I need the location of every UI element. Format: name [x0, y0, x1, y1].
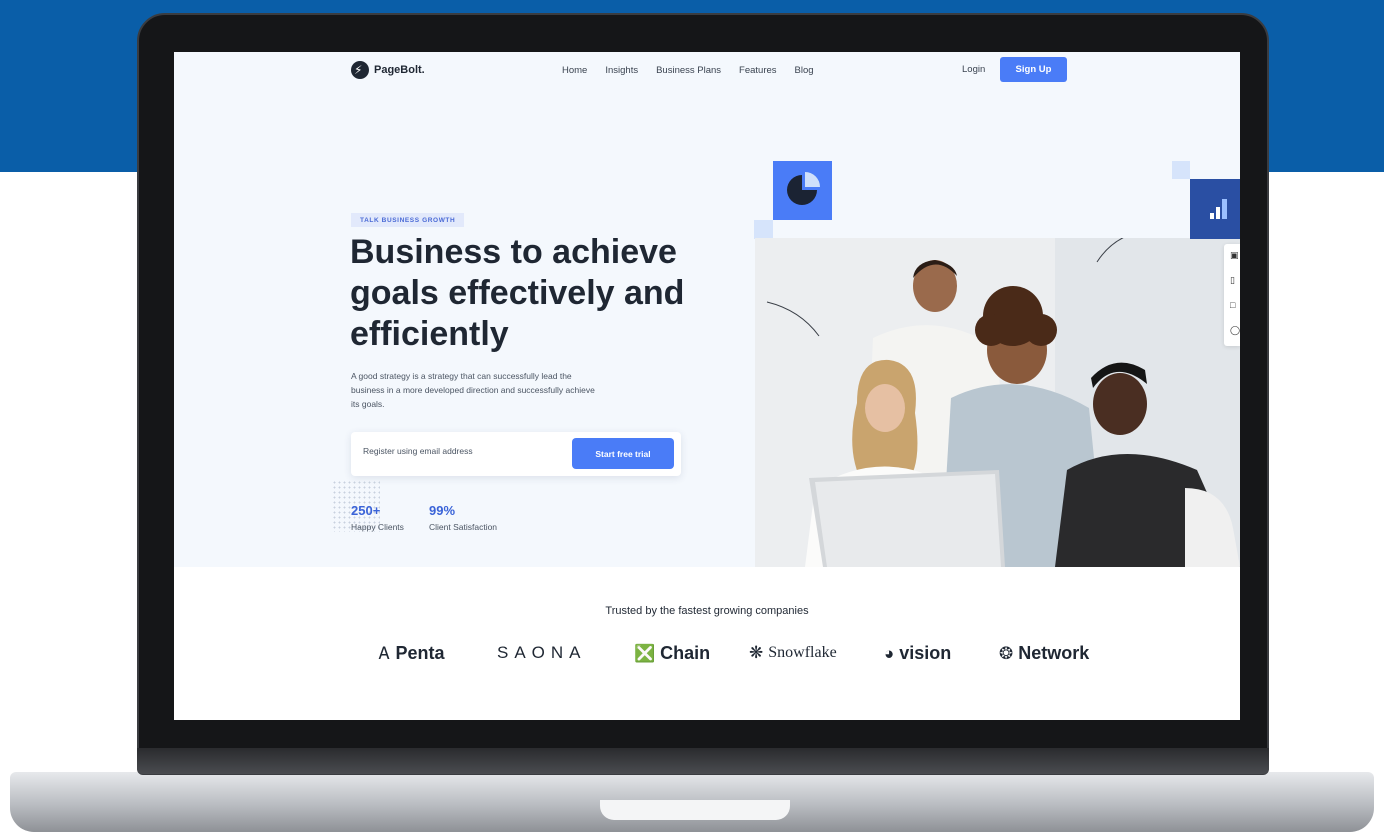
laptop-hinge: [137, 748, 1269, 774]
brand-name: vision: [899, 643, 952, 663]
book-icon[interactable]: ▯: [1224, 269, 1240, 294]
logo-text: PageBolt.: [374, 64, 425, 76]
hero-section: PageBolt. Home Insights Business Plans F…: [174, 52, 1240, 567]
cart-icon[interactable]: ◯: [1224, 319, 1240, 344]
brand-name: Snowflake: [768, 644, 837, 661]
bar-chart-tile: [1190, 179, 1240, 239]
floating-toolbar: ▣ ▯ □ ◯: [1224, 244, 1240, 346]
laptop-screen: PageBolt. Home Insights Business Plans F…: [174, 52, 1240, 720]
hero-eyebrow: TALK BUSINESS GROWTH: [351, 213, 465, 227]
brand-saona: SAONA: [497, 643, 587, 663]
stat-happy-clients: 250+ Happy Clients: [351, 503, 404, 532]
hero-headline: Business to achieve goals effectively an…: [350, 233, 685, 353]
main-nav: Home Insights Business Plans Features Bl…: [562, 65, 814, 76]
site-logo[interactable]: PageBolt.: [351, 61, 425, 79]
start-trial-button[interactable]: Start free trial: [572, 438, 674, 469]
brand-snowflake: ❋ Snowflake: [749, 643, 837, 663]
bolt-logo-icon: [351, 61, 369, 79]
pie-chart-tile: [773, 161, 832, 220]
device-mockup: PageBolt. Home Insights Business Plans F…: [0, 0, 1384, 832]
brand-logos: Ꭺ Penta SAONA ❎ Chain ❋ Snowflake ◕ visi…: [379, 643, 1099, 671]
brand-chain: ❎ Chain: [634, 643, 710, 664]
snowflake-logo-icon: ❋: [749, 643, 764, 662]
share-icon[interactable]: ▣: [1224, 244, 1240, 269]
chain-logo-icon: ❎: [634, 643, 656, 663]
bar-chart-icon: [1210, 199, 1227, 219]
hero-subtext: A good strategy is a strategy that can s…: [351, 371, 595, 409]
network-logo-icon: ❂: [999, 643, 1014, 663]
brand-name: SAONA: [497, 643, 587, 662]
brand-name: Network: [1018, 643, 1090, 663]
stat-value: 99%: [429, 503, 456, 518]
login-link[interactable]: Login: [962, 64, 985, 75]
laptop-opening-notch: [600, 800, 790, 820]
stat-value: 250+: [351, 503, 381, 518]
team-photo: [755, 238, 1240, 567]
brand-penta: Ꭺ Penta: [379, 643, 444, 664]
nav-link-blog[interactable]: Blog: [795, 65, 814, 76]
team-photo-illustration: [755, 238, 1240, 567]
nav-link-home[interactable]: Home: [562, 65, 587, 76]
brand-name: Chain: [660, 643, 711, 663]
nav-link-insights[interactable]: Insights: [605, 65, 638, 76]
brand-name: Penta: [395, 643, 445, 663]
brand-vision: ◕ vision: [884, 643, 951, 664]
chat-icon[interactable]: □: [1224, 294, 1240, 319]
email-signup-form: Start free trial: [351, 432, 681, 476]
pie-chart-icon: [787, 172, 820, 205]
vision-logo-icon: ◕: [884, 643, 895, 663]
stat-label: Client Satisfaction: [429, 522, 498, 532]
trusted-heading: Trusted by the fastest growing companies: [605, 605, 809, 617]
decor-square-light: [1172, 161, 1190, 179]
penta-logo-icon: Ꭺ: [379, 643, 391, 663]
stat-label: Happy Clients: [351, 522, 404, 532]
stat-client-satisfaction: 99% Client Satisfaction: [429, 503, 497, 532]
signup-button[interactable]: Sign Up: [1000, 57, 1067, 82]
nav-link-business-plans[interactable]: Business Plans: [656, 65, 721, 76]
decor-square-light: [754, 220, 773, 239]
email-input[interactable]: [363, 446, 563, 456]
brand-network: ❂ Network: [999, 643, 1089, 664]
nav-link-features[interactable]: Features: [739, 65, 777, 76]
